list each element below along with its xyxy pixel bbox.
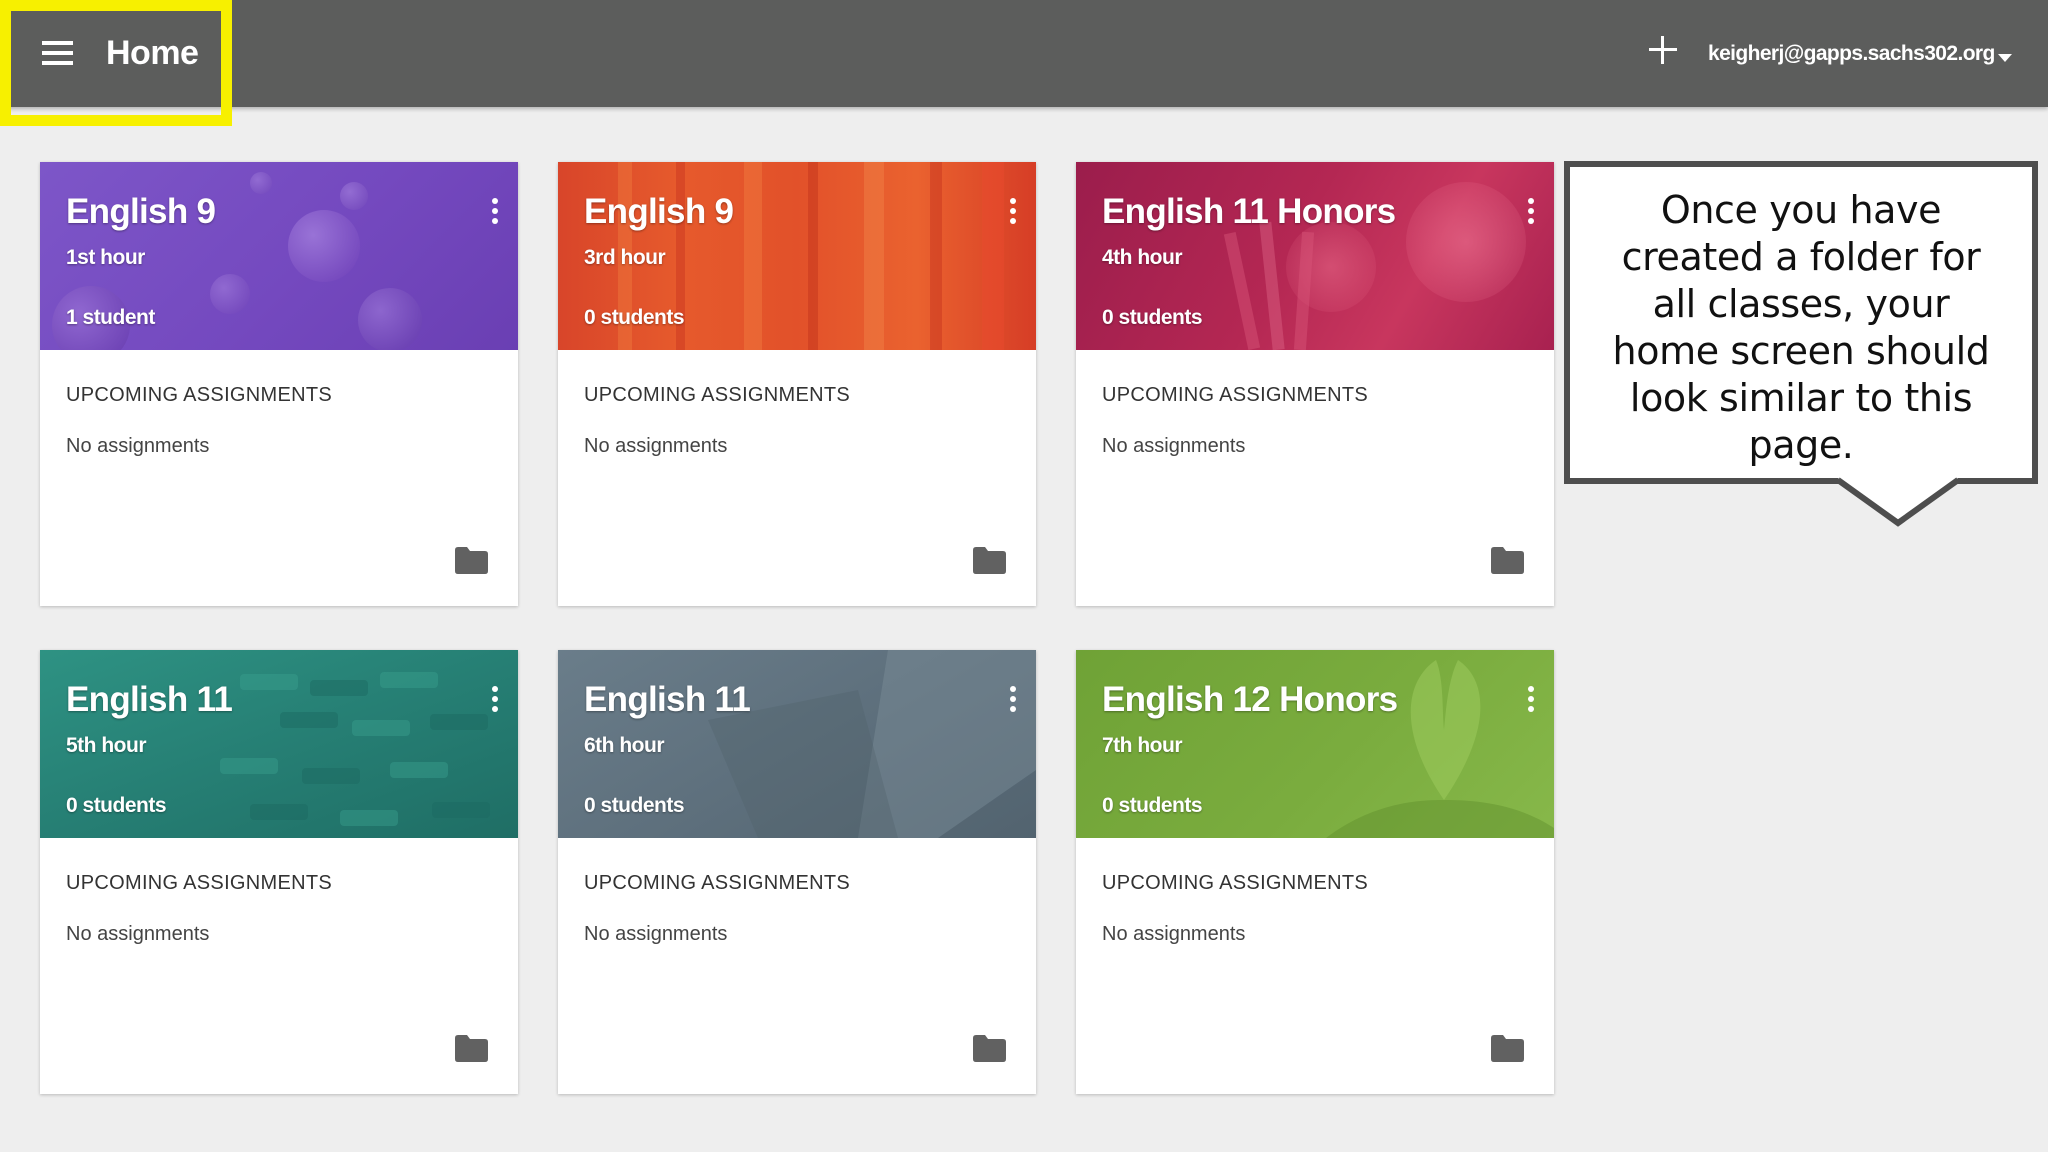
banner-cobblestone	[432, 802, 490, 818]
callout-line: page.	[1748, 423, 1854, 467]
folder-icon[interactable]	[455, 1035, 488, 1062]
upcoming-assignments-heading: UPCOMING ASSIGNMENTS	[1102, 384, 1369, 406]
class-name[interactable]: English 12 Honors	[1102, 680, 1398, 720]
more-vert-icon[interactable]	[1528, 686, 1534, 712]
class-section: 3rd hour	[584, 246, 666, 269]
banner-stripe	[864, 162, 884, 350]
callout-box: Once you have created a folder for all c…	[1564, 161, 2038, 484]
callout-line: Once you have	[1660, 188, 1942, 232]
banner-pencil	[1259, 221, 1285, 350]
banner-cobblestone	[240, 674, 298, 690]
more-vert-icon[interactable]	[492, 686, 498, 712]
class-student-count[interactable]: 0 students	[66, 794, 167, 818]
banner-cobblestone	[352, 720, 410, 736]
banner-bubble	[210, 274, 250, 314]
assignments-status: No assignments	[66, 435, 210, 457]
class-card-banner[interactable]: English 9 1st hour 1 student	[40, 162, 518, 350]
folder-icon[interactable]	[973, 547, 1006, 574]
class-card[interactable]: English 11 5th hour 0 students UPCOMING …	[40, 650, 518, 1094]
banner-stripe	[744, 162, 762, 350]
banner-cobblestone	[250, 804, 308, 820]
class-card-banner[interactable]: English 11 6th hour 0 students	[558, 650, 1036, 838]
upcoming-assignments-heading: UPCOMING ASSIGNMENTS	[584, 872, 851, 894]
upcoming-assignments-heading: UPCOMING ASSIGNMENTS	[66, 384, 333, 406]
class-student-count[interactable]: 0 students	[1102, 794, 1203, 818]
class-card-banner[interactable]: English 12 Honors 7th hour 0 students	[1076, 650, 1554, 838]
hamburger-menu-icon[interactable]	[42, 41, 73, 65]
folder-icon[interactable]	[973, 1035, 1006, 1062]
banner-bubble	[340, 182, 368, 210]
class-student-count[interactable]: 0 students	[584, 794, 685, 818]
banner-pencil	[1223, 232, 1261, 350]
assignments-status: No assignments	[1102, 923, 1246, 945]
upcoming-assignments-heading: UPCOMING ASSIGNMENTS	[584, 384, 851, 406]
class-section: 1st hour	[66, 246, 145, 269]
more-vert-icon[interactable]	[1528, 198, 1534, 224]
class-card[interactable]: English 12 Honors 7th hour 0 students UP…	[1076, 650, 1554, 1094]
callout-pointer	[1836, 477, 1960, 527]
banner-stripe	[808, 162, 818, 350]
class-section: 7th hour	[1102, 734, 1183, 757]
folder-icon[interactable]	[455, 547, 488, 574]
class-section: 5th hour	[66, 734, 147, 757]
banner-cobblestone	[340, 810, 398, 826]
banner-bubble	[358, 288, 422, 350]
assignments-status: No assignments	[1102, 435, 1246, 457]
dropdown-arrow-icon[interactable]	[1998, 54, 2012, 62]
banner-cobblestone	[390, 762, 448, 778]
assignments-status: No assignments	[584, 435, 728, 457]
banner-cobblestone	[380, 672, 438, 688]
class-student-count[interactable]: 1 student	[66, 306, 155, 330]
callout-line: look similar to this	[1629, 376, 1973, 420]
more-vert-icon[interactable]	[492, 198, 498, 224]
class-card[interactable]: English 11 Honors 4th hour 0 students UP…	[1076, 162, 1554, 606]
banner-stripe	[982, 162, 1004, 350]
more-vert-icon[interactable]	[1010, 198, 1016, 224]
assignments-status: No assignments	[584, 923, 728, 945]
more-vert-icon[interactable]	[1010, 686, 1016, 712]
plus-icon[interactable]	[1649, 36, 1677, 64]
class-name[interactable]: English 11	[584, 680, 751, 720]
banner-cobblestone	[430, 714, 488, 730]
class-card[interactable]: English 11 6th hour 0 students UPCOMING …	[558, 650, 1036, 1094]
banner-bubble	[250, 172, 272, 194]
banner-bubble	[288, 210, 360, 282]
account-email[interactable]: keigherj@gapps.sachs302.org	[1708, 42, 1995, 66]
class-name[interactable]: English 11	[66, 680, 233, 720]
callout-line: home screen should	[1612, 329, 1990, 373]
upcoming-assignments-heading: UPCOMING ASSIGNMENTS	[1102, 872, 1369, 894]
banner-stripe	[930, 162, 942, 350]
class-section: 4th hour	[1102, 246, 1183, 269]
assignments-status: No assignments	[66, 923, 210, 945]
class-card[interactable]: English 9 3rd hour 0 students UPCOMING A…	[558, 162, 1036, 606]
class-name[interactable]: English 11 Honors	[1102, 192, 1396, 232]
banner-glow	[1406, 182, 1526, 302]
banner-cobblestone	[280, 712, 338, 728]
class-name[interactable]: English 9	[584, 192, 734, 232]
class-student-count[interactable]: 0 students	[584, 306, 685, 330]
class-name[interactable]: English 9	[66, 192, 216, 232]
class-card-banner[interactable]: English 11 5th hour 0 students	[40, 650, 518, 838]
folder-icon[interactable]	[1491, 547, 1524, 574]
callout-line: all classes, your	[1652, 282, 1950, 326]
page-title: Home	[106, 34, 199, 72]
upcoming-assignments-heading: UPCOMING ASSIGNMENTS	[66, 872, 333, 894]
class-card-banner[interactable]: English 11 Honors 4th hour 0 students	[1076, 162, 1554, 350]
class-section: 6th hour	[584, 734, 665, 757]
callout-line: created a folder for	[1621, 235, 1981, 279]
callout-text: Once you have created a folder for all c…	[1576, 187, 2026, 469]
class-card[interactable]: English 9 1st hour 1 student UPCOMING AS…	[40, 162, 518, 606]
banner-cobblestone	[310, 680, 368, 696]
class-card-banner[interactable]: English 9 3rd hour 0 students	[558, 162, 1036, 350]
folder-icon[interactable]	[1491, 1035, 1524, 1062]
banner-cobblestone	[302, 768, 360, 784]
class-student-count[interactable]: 0 students	[1102, 306, 1203, 330]
banner-cobblestone	[220, 758, 278, 774]
